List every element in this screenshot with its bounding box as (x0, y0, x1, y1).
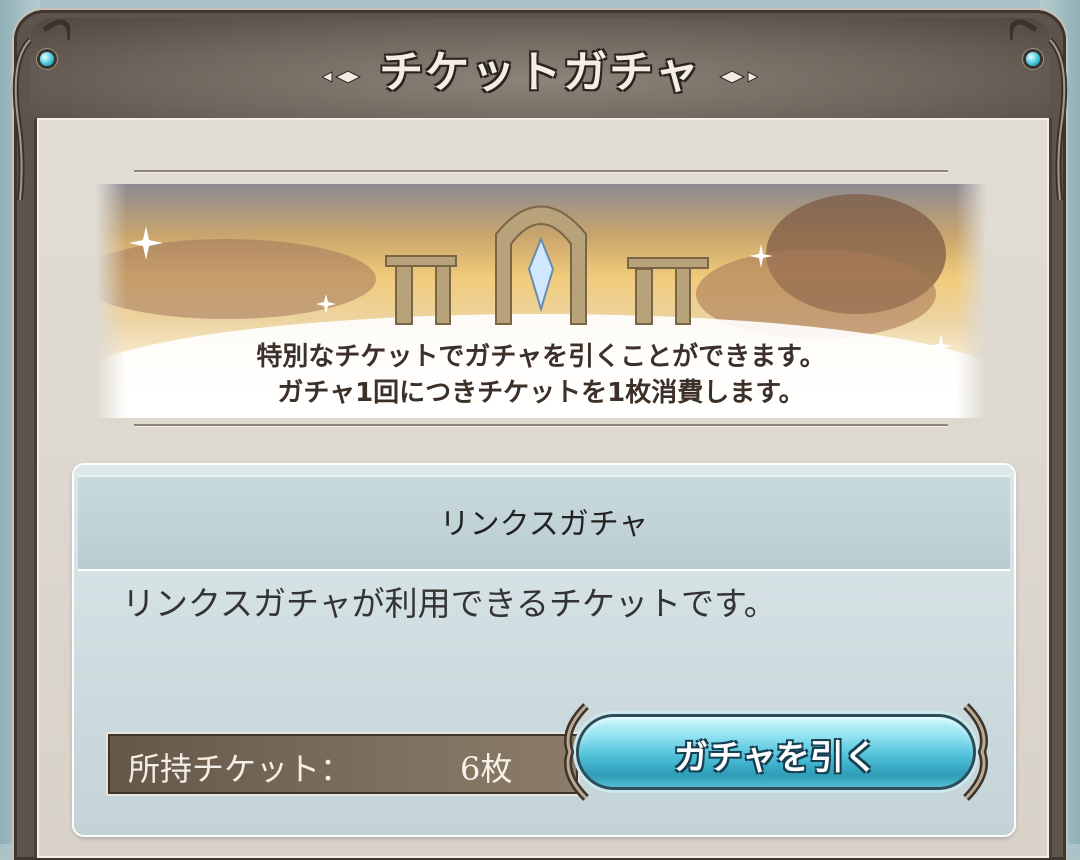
title-ornament-right-icon (718, 69, 758, 84)
draw-gacha-button[interactable]: ガチャを引く (556, 700, 996, 810)
frame-corner-left-ornament (12, 19, 70, 200)
owned-tickets-label: 所持チケット： (128, 750, 353, 788)
ticket-description: リンクスガチャが利用できるチケットです。 (122, 584, 777, 623)
banner-top-divider (134, 170, 948, 172)
title-bar: チケットガチャ (0, 36, 1080, 100)
gacha-banner: 特別なチケットでガチャを引くことができます。 ガチャ1回につきチケットを1枚消費… (96, 184, 986, 418)
owned-tickets-count: 6枚 (460, 750, 513, 788)
banner-bottom-divider (134, 424, 948, 426)
banner-description-line2: ガチャ1回につきチケットを1枚消費します。 (277, 378, 805, 408)
dialog-title: チケットガチャ (379, 47, 701, 98)
owned-tickets-panel: 所持チケット： 6枚 (108, 734, 578, 794)
frame-corner-right-ornament (1010, 19, 1068, 200)
banner-description-line1: 特別なチケットでガチャを引くことができます。 (256, 342, 826, 372)
draw-gacha-button-label[interactable]: ガチャを引く (556, 730, 996, 779)
title-ornament-left-icon (322, 69, 362, 84)
ticket-name: リンクスガチャ (439, 507, 649, 542)
